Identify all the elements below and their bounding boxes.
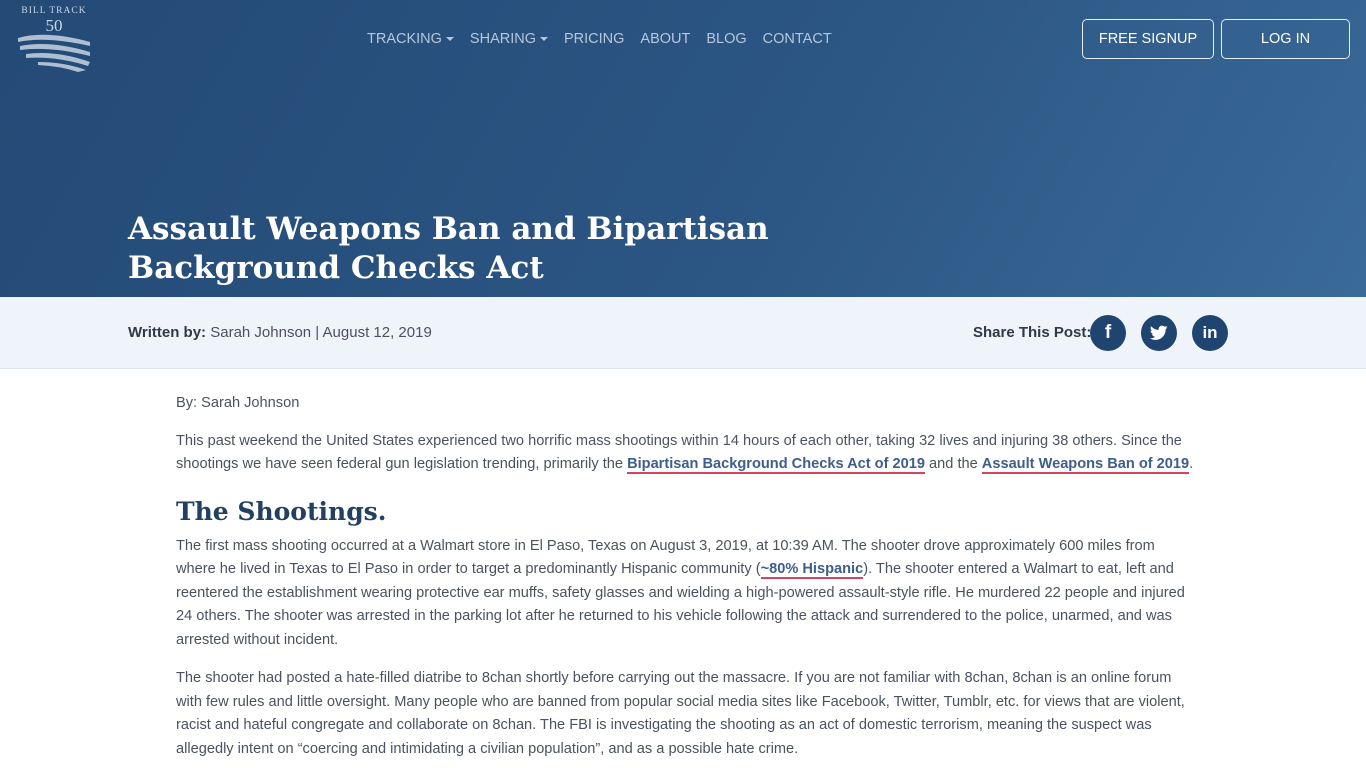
flag-wave-icon <box>18 34 90 72</box>
nav-sharing[interactable]: SHARING <box>470 30 548 48</box>
hispanic-stat-link[interactable]: ~80% Hispanic <box>760 561 864 579</box>
linkedin-share-button[interactable]: in <box>1192 315 1228 351</box>
linkedin-icon: in <box>1202 323 1218 342</box>
article-byline: By: Sarah Johnson <box>176 395 300 411</box>
intro-text-end: . <box>1189 456 1194 472</box>
free-signup-button[interactable]: FREE SIGNUP <box>1082 19 1214 59</box>
intro-text-mid: and the <box>924 456 982 472</box>
nav-contact[interactable]: CONTACT <box>763 30 832 48</box>
login-button[interactable]: LOG IN <box>1221 19 1350 59</box>
nav-about[interactable]: ABOUT <box>640 30 690 48</box>
nav-pricing[interactable]: PRICING <box>564 30 624 48</box>
hero-header: BILL TRACK 50 TRACKING SHARING PRICING A… <box>0 0 1366 297</box>
caret-down-icon <box>540 37 548 41</box>
nav-tracking-label: TRACKING <box>367 31 442 47</box>
nav-sharing-label: SHARING <box>469 31 536 47</box>
facebook-icon: f <box>1104 322 1112 343</box>
facebook-share-button[interactable]: f <box>1090 315 1126 351</box>
written-by-label: Written by: <box>128 324 207 341</box>
main-nav: TRACKING SHARING PRICING ABOUT BLOG CONT… <box>367 30 848 48</box>
assault-weapons-ban-link[interactable]: Assault Weapons Ban of 2019 <box>981 456 1190 474</box>
logo-text: BILL TRACK <box>21 6 87 16</box>
twitter-icon <box>1150 325 1168 340</box>
intro-paragraph: This past weekend the United States expe… <box>176 430 1196 477</box>
byline: Written by: Sarah Johnson | August 12, 2… <box>128 324 432 341</box>
twitter-share-button[interactable] <box>1141 315 1177 351</box>
caret-down-icon <box>445 37 454 41</box>
nav-tracking[interactable]: TRACKING <box>367 30 454 48</box>
billtrack50-logo[interactable]: BILL TRACK 50 <box>16 6 92 72</box>
share-label: Share This Post: <box>973 324 1092 341</box>
paragraph-8chan: The shooter had posted a hate-filled dia… <box>176 670 1185 757</box>
page-title: Assault Weapons Ban and Bipartisan Backg… <box>128 211 769 286</box>
nav-blog[interactable]: BLOG <box>706 30 746 48</box>
post-meta-bar: Written by: Sarah Johnson | August 12, 2… <box>0 297 1366 369</box>
paragraph-el-paso: The first mass shooting occurred at a Wa… <box>176 535 1196 653</box>
article-body: By: Sarah Johnson This past weekend the … <box>176 392 1196 761</box>
background-checks-act-link[interactable]: Bipartisan Background Checks Act of 2019 <box>627 456 925 474</box>
section-heading: The Shootings. <box>176 496 387 526</box>
author-date: Sarah Johnson | August 12, 2019 <box>210 324 432 341</box>
